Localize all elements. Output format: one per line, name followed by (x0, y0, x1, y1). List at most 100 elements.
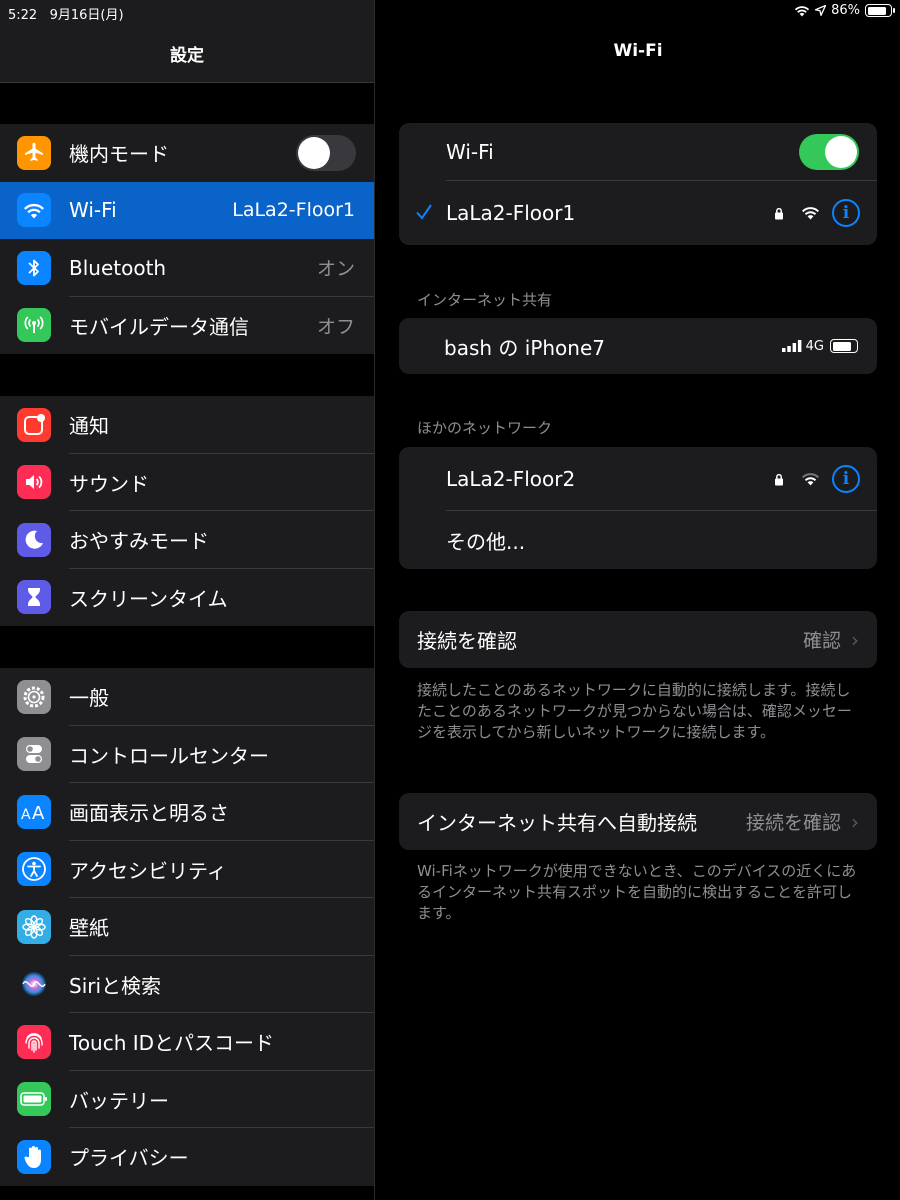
network-name: LaLa2-Floor2 (446, 467, 576, 491)
sidebar-item[interactable]: Wi-Fi LaLa2-Floor1 (0, 181, 374, 239)
sidebar-item-label: 一般 (69, 686, 109, 711)
status-date: 9月16日(月) (49, 8, 124, 23)
airplane-icon (17, 135, 51, 170)
sidebar-item-label: Siriと検索 (69, 973, 162, 998)
wifi-icon (17, 193, 51, 228)
sidebar-item-label: 画面表示と明るさ (69, 801, 229, 826)
sidebar-list: 機内モード Wi-Fi LaLa2-Floor1 Bluetooth オンモバイルデータ… (0, 83, 374, 1186)
sidebar-item-label: Wi-Fi (69, 198, 117, 223)
sidebar-item[interactable]: 通知 (0, 396, 374, 454)
other-network-label: その他... (446, 529, 526, 554)
hotspot-signal-type: 4G (805, 338, 824, 354)
toggle-knob (298, 136, 330, 169)
sidebar-item[interactable]: アクセシビリティ (0, 840, 374, 898)
sidebar-item[interactable]: A A 画面表示と明るさ (0, 783, 374, 841)
sidebar-item-value: LaLa2-Floor1 (232, 199, 355, 222)
checkmark-icon (416, 204, 432, 220)
lock-icon (775, 473, 783, 485)
info-icon[interactable]: i (832, 199, 860, 227)
wifi-detail-panel: Wi-Fi Wi-Fi LaLa2-Floor1 i インターネット共有 bas… (376, 0, 900, 1200)
sidebar-item[interactable]: 壁紙 (0, 898, 374, 956)
auto-hotspot-label: インターネット共有へ自動接続 (417, 811, 697, 835)
bluetooth-icon (17, 250, 51, 285)
sidebar-item[interactable]: Touch IDとパスコード (0, 1013, 374, 1071)
info-icon[interactable]: i (832, 465, 860, 493)
notifications-icon (17, 407, 51, 442)
sidebar-item-label: バッテリー (69, 1088, 169, 1113)
wifi-card: Wi-Fi LaLa2-Floor1 i (399, 123, 877, 245)
battery-status-icon (865, 4, 895, 17)
other-network-row[interactable]: その他... (399, 511, 877, 569)
flower-icon (17, 909, 51, 944)
status-bar: 5:22 9月16日(月) 86% (0, 0, 900, 24)
sidebar-item[interactable]: おやすみモード (0, 511, 374, 569)
sidebar-item-label: 通知 (69, 414, 109, 439)
antenna-icon (17, 308, 51, 343)
sidebar-item[interactable]: コントロールセンター (0, 725, 374, 783)
wifi-status-icon (794, 5, 810, 16)
svg-text:A: A (21, 807, 31, 822)
sidebar-item-label: モバイルデータ通信 (69, 314, 249, 339)
auto-hotspot-footnote: Wi-Fiネットワークが使用できないとき、このデバイスの近くにあるインターネット… (417, 862, 857, 922)
other-networks-section-header: ほかのネットワーク (417, 419, 553, 437)
other-networks-card: LaLa2-Floor2 i その他... (399, 447, 877, 569)
sidebar-item-value: オン (316, 258, 355, 281)
hotspot-battery-icon (830, 339, 858, 353)
accessibility-icon (17, 852, 51, 887)
ask-to-join-row[interactable]: 接続を確認 確認 › (399, 611, 877, 668)
sidebar-item[interactable]: 一般 (0, 668, 374, 726)
hand-icon (17, 1139, 51, 1174)
sidebar-item[interactable]: モバイルデータ通信 オフ (0, 296, 374, 354)
sidebar-item-label: 壁紙 (69, 916, 109, 941)
status-time: 5:22 9月16日(月) (8, 8, 124, 23)
status-indicators: 86% (794, 3, 895, 18)
sidebar-item-label: アクセシビリティ (69, 858, 227, 883)
sidebar-item[interactable]: Bluetooth オン (0, 239, 374, 297)
sidebar-item[interactable]: プライバシー (0, 1128, 374, 1186)
airplane-mode-toggle[interactable] (296, 134, 356, 171)
sidebar-item-label: Touch IDとパスコード (69, 1031, 275, 1056)
ask-to-join-value: 確認 (802, 630, 841, 652)
hotspot-section-header: インターネット共有 (417, 291, 553, 309)
network-row[interactable]: LaLa2-Floor2 i (399, 447, 877, 511)
gear-icon (17, 679, 51, 714)
sidebar-item-label: コントロールセンター (69, 743, 269, 768)
hourglass-icon (17, 580, 51, 615)
sidebar-item-label: Bluetooth (69, 255, 167, 280)
sidebar-item[interactable]: Siriと検索 (0, 955, 374, 1013)
wifi-toggle[interactable] (799, 134, 859, 170)
sidebar-item-label: プライバシー (69, 1146, 189, 1171)
settings-sidebar: 設定 機内モード Wi-Fi LaLa2-Floor1 Bluetooth オンモバイル… (0, 0, 375, 1200)
auto-hotspot-value: 接続を確認 (745, 812, 841, 834)
connected-network-row[interactable]: LaLa2-Floor1 i (399, 181, 877, 245)
chevron-right-icon: › (851, 627, 859, 652)
wifi-row-label: Wi-Fi (446, 140, 494, 164)
sidebar-item[interactable]: 機内モード (0, 124, 374, 182)
sidebar-item[interactable]: サウンド (0, 453, 374, 511)
wifi-signal-icon (801, 473, 820, 486)
lock-icon (775, 207, 783, 219)
auto-hotspot-card: インターネット共有へ自動接続 接続を確認 › (399, 793, 877, 850)
battery-icon (17, 1082, 51, 1117)
wifi-signal-icon (801, 207, 820, 220)
wifi-toggle-row: Wi-Fi (399, 123, 877, 181)
ask-to-join-label: 接続を確認 (417, 629, 517, 653)
sidebar-item-label: サウンド (69, 471, 149, 496)
sidebar-item-label: スクリーンタイム (69, 586, 228, 611)
moon-icon (17, 522, 51, 557)
speaker-icon (17, 465, 51, 500)
page-title: Wi-Fi (613, 41, 663, 61)
sidebar-item[interactable]: スクリーンタイム (0, 568, 374, 626)
auto-hotspot-row[interactable]: インターネット共有へ自動接続 接続を確認 › (399, 793, 877, 850)
hotspot-card: bash の iPhone7 4G (399, 318, 877, 374)
sidebar-item-value: オフ (316, 315, 355, 338)
chevron-right-icon: › (851, 809, 859, 834)
sidebar-item-label: おやすみモード (69, 529, 209, 554)
sidebar-item[interactable]: バッテリー (0, 1070, 374, 1128)
text-size-icon: AA (17, 794, 51, 829)
connected-network-name: LaLa2-Floor1 (446, 201, 576, 225)
sidebar-title: 設定 (170, 46, 204, 66)
hotspot-row[interactable]: bash の iPhone7 4G (399, 318, 877, 374)
